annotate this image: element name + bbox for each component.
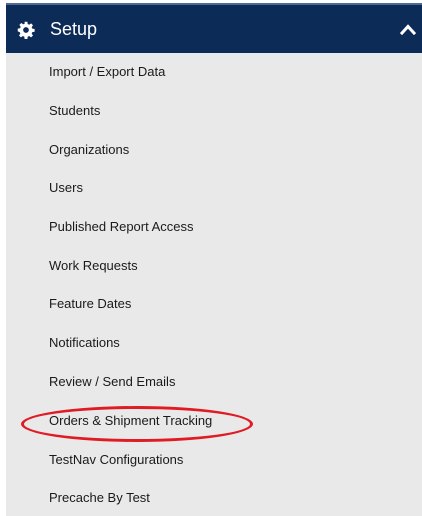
menu-item-organizations[interactable]: Organizations — [6, 131, 422, 169]
menu-item-precache-by-test[interactable]: Precache By Test — [6, 479, 422, 516]
menu-item-review-send-emails[interactable]: Review / Send Emails — [6, 363, 422, 401]
setup-panel: Setup Import / Export Data Students Orga… — [0, 0, 422, 516]
chevron-up-icon[interactable] — [400, 22, 416, 36]
menu-item-label: Notifications — [49, 335, 120, 350]
menu-item-users[interactable]: Users — [6, 169, 422, 207]
menu-item-label: Import / Export Data — [49, 64, 166, 79]
menu-item-testnav-configurations[interactable]: TestNav Configurations — [6, 441, 422, 479]
menu-item-published-report-access[interactable]: Published Report Access — [6, 208, 422, 246]
menu-item-orders-shipment-tracking[interactable]: Orders & Shipment Tracking — [6, 402, 422, 440]
menu-item-label: Orders & Shipment Tracking — [49, 413, 213, 428]
menu-item-students[interactable]: Students — [6, 92, 422, 130]
setup-title: Setup — [50, 19, 98, 39]
menu-item-label: Published Report Access — [49, 219, 194, 234]
gear-icon — [17, 21, 35, 39]
setup-menu: Import / Export Data Students Organizati… — [6, 53, 422, 516]
menu-item-label: Students — [49, 103, 101, 118]
menu-item-feature-dates[interactable]: Feature Dates — [6, 285, 422, 323]
menu-item-label: TestNav Configurations — [49, 452, 184, 467]
menu-item-import-export-data[interactable]: Import / Export Data — [6, 53, 422, 91]
menu-item-work-requests[interactable]: Work Requests — [6, 247, 422, 285]
setup-header[interactable]: Setup — [6, 3, 422, 53]
menu-item-notifications[interactable]: Notifications — [6, 324, 422, 362]
menu-item-label: Review / Send Emails — [49, 374, 176, 389]
menu-item-label: Organizations — [49, 142, 130, 157]
menu-item-label: Precache By Test — [49, 490, 150, 505]
menu-item-label: Feature Dates — [49, 296, 132, 311]
menu-item-label: Users — [49, 180, 83, 195]
menu-item-label: Work Requests — [49, 258, 138, 273]
